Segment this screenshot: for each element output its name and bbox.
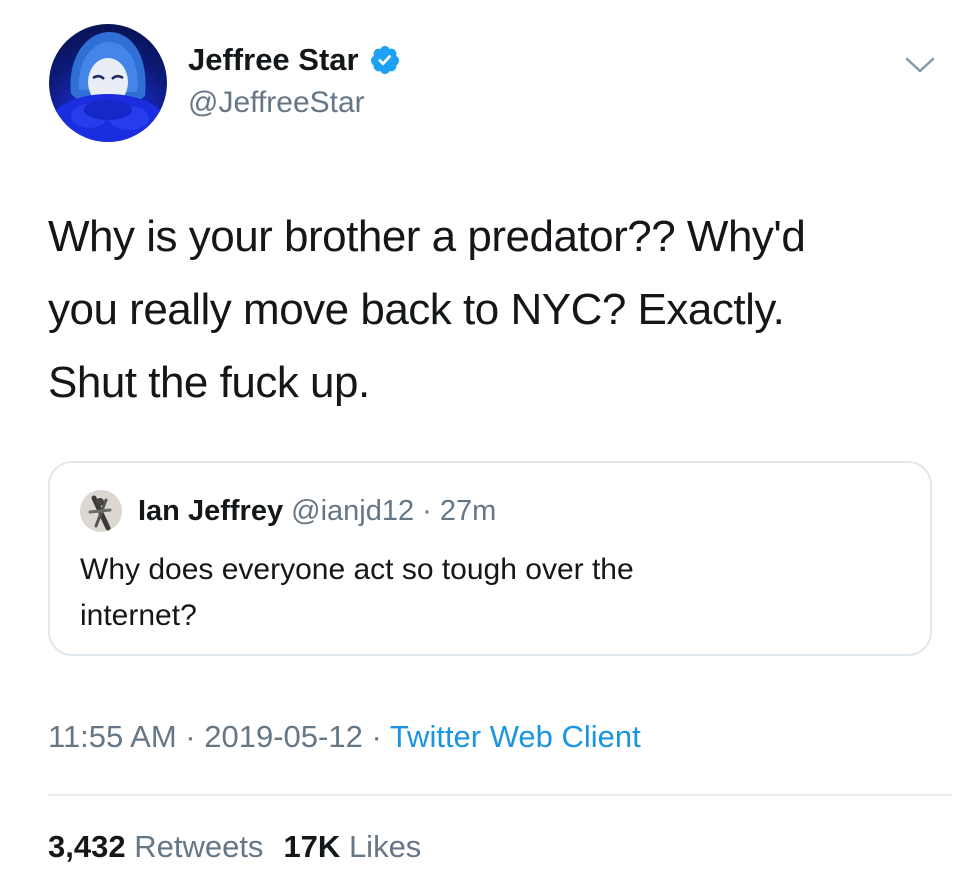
- likes-label: Likes: [348, 829, 422, 864]
- likes-stat[interactable]: 17K Likes: [283, 829, 421, 864]
- verified-badge-icon: [370, 46, 399, 74]
- author-handle[interactable]: @JeffreeStar: [188, 84, 365, 122]
- tweet-date[interactable]: 2019-05-12: [204, 719, 363, 754]
- quoted-text-line: internet?: [80, 599, 197, 632]
- author-name[interactable]: Jeffree Star: [188, 40, 359, 80]
- quoted-tweet-header: Ian Jeffrey @ianjd12 · 27m: [138, 491, 496, 531]
- quoted-author-avatar: [80, 490, 122, 532]
- chevron-down-icon[interactable]: [904, 54, 936, 76]
- tweet-text-line: Why is your brother a predator?? Why'd: [48, 212, 806, 261]
- quoted-handle-text: @ianjd12: [291, 495, 415, 527]
- tweet-card: Jeffree Star @JeffreeStar Why is your br…: [0, 0, 980, 882]
- tweet-text-line: you really move back to NYC? Exactly.: [48, 285, 785, 334]
- divider: [48, 794, 952, 796]
- quoted-time-ago: 27m: [439, 495, 497, 527]
- quoted-text-line: Why does everyone act so tough over the: [80, 553, 634, 586]
- client-link[interactable]: Twitter Web Client: [390, 719, 641, 754]
- retweets-count: 3,432: [48, 829, 126, 864]
- tweet-timestamp-row: 11:55 AM · 2019-05-12 · Twitter Web Clie…: [48, 716, 641, 758]
- meta-separator: ·: [362, 719, 390, 754]
- quoted-author-name[interactable]: Ian Jeffrey: [138, 495, 283, 527]
- quoted-tweet[interactable]: Ian Jeffrey @ianjd12 · 27m Why does ever…: [48, 461, 932, 656]
- tweet-stats: 3,432 Retweets 17K Likes: [48, 826, 421, 868]
- quoted-author-handle: @ianjd12 · 27m: [291, 495, 496, 527]
- quoted-separator: ·: [414, 495, 440, 527]
- meta-separator: ·: [176, 719, 205, 754]
- author-avatar[interactable]: [49, 24, 167, 142]
- retweets-label: Retweets: [134, 829, 264, 864]
- likes-count: 17K: [283, 829, 341, 864]
- quoted-tweet-text: Why does everyone act so tough over the …: [80, 547, 880, 639]
- retweets-stat[interactable]: 3,432 Retweets: [48, 829, 263, 864]
- tweet-text-line: Shut the fuck up.: [48, 358, 370, 407]
- tweet-time[interactable]: 11:55 AM: [48, 719, 177, 754]
- tweet-text: Why is your brother a predator?? Why'd y…: [48, 200, 928, 419]
- author-name-row[interactable]: Jeffree Star: [188, 40, 401, 80]
- avatar-image: [49, 32, 167, 142]
- quoted-avatar-image: [80, 490, 122, 532]
